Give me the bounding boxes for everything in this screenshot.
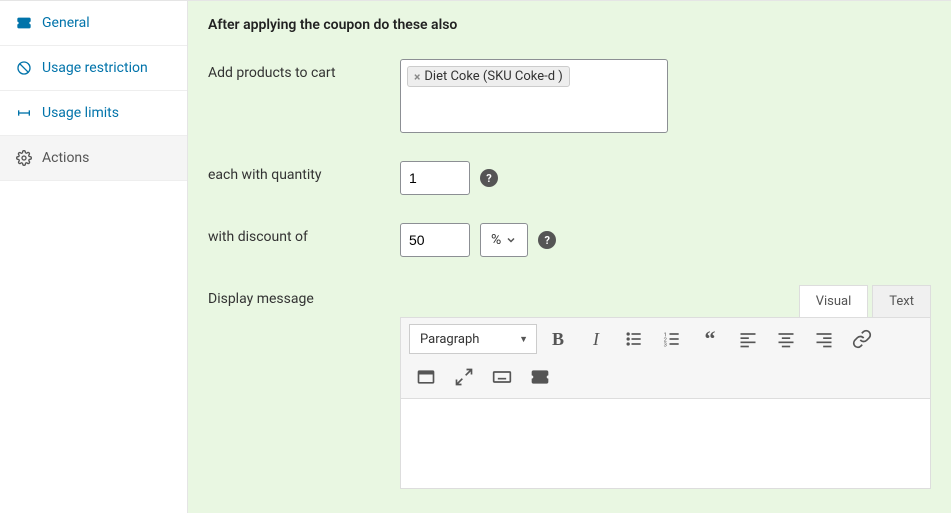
- add-products-label: Add products to cart: [208, 59, 388, 81]
- discount-label: with discount of: [208, 223, 388, 245]
- chevron-down-icon: [505, 234, 517, 246]
- discount-unit-label: %: [491, 232, 501, 248]
- blockquote-button[interactable]: “: [693, 324, 727, 354]
- section-title: After applying the coupon do these also: [208, 17, 931, 33]
- editor-toolbar: Paragraph B I 123 “: [400, 317, 931, 399]
- display-message-label: Display message: [208, 285, 388, 307]
- sidebar-item-usage-limits[interactable]: Usage limits: [0, 91, 187, 136]
- align-left-button[interactable]: [731, 324, 765, 354]
- product-tag-label: Diet Coke (SKU Coke-d ): [424, 69, 562, 84]
- svg-text:3: 3: [664, 343, 667, 349]
- editor-tabs: Visual Text: [400, 285, 931, 317]
- coupon-button[interactable]: [523, 362, 557, 392]
- remove-tag-icon[interactable]: ×: [414, 70, 420, 84]
- bold-button[interactable]: B: [541, 324, 575, 354]
- sidebar-item-usage-restriction[interactable]: Usage restriction: [0, 46, 187, 91]
- insert-media-button[interactable]: [409, 362, 443, 392]
- sidebar-item-actions[interactable]: Actions: [0, 136, 187, 181]
- editor-textarea[interactable]: [400, 399, 931, 489]
- ticket-icon: [16, 15, 32, 31]
- numbered-list-button[interactable]: 123: [655, 324, 689, 354]
- tab-visual[interactable]: Visual: [799, 285, 869, 317]
- quantity-label: each with quantity: [208, 161, 388, 183]
- discount-input[interactable]: [400, 223, 470, 257]
- bullet-list-button[interactable]: [617, 324, 651, 354]
- add-products-input[interactable]: × Diet Coke (SKU Coke-d ): [400, 59, 668, 133]
- sidebar-item-label: Usage limits: [42, 105, 119, 121]
- limits-icon: [16, 105, 32, 121]
- main-panel: After applying the coupon do these also …: [188, 1, 951, 513]
- help-icon[interactable]: ?: [480, 169, 498, 187]
- help-icon[interactable]: ?: [538, 231, 556, 249]
- link-button[interactable]: [845, 324, 879, 354]
- ban-icon: [16, 60, 32, 76]
- format-select[interactable]: Paragraph: [409, 324, 537, 354]
- keyboard-button[interactable]: [485, 362, 519, 392]
- fullscreen-button[interactable]: [447, 362, 481, 392]
- discount-unit-select[interactable]: %: [480, 223, 528, 257]
- product-tag: × Diet Coke (SKU Coke-d ): [407, 66, 570, 87]
- sidebar: General Usage restriction Usage limits A…: [0, 1, 188, 513]
- tab-text[interactable]: Text: [872, 285, 931, 317]
- quantity-input[interactable]: [400, 161, 470, 195]
- sidebar-item-label: Usage restriction: [42, 60, 148, 76]
- italic-button[interactable]: I: [579, 324, 613, 354]
- sidebar-item-general[interactable]: General: [0, 1, 187, 46]
- align-right-button[interactable]: [807, 324, 841, 354]
- sidebar-item-label: Actions: [42, 150, 89, 166]
- align-center-button[interactable]: [769, 324, 803, 354]
- sidebar-item-label: General: [42, 15, 90, 31]
- format-select-label: Paragraph: [420, 332, 479, 347]
- gear-icon: [16, 150, 32, 166]
